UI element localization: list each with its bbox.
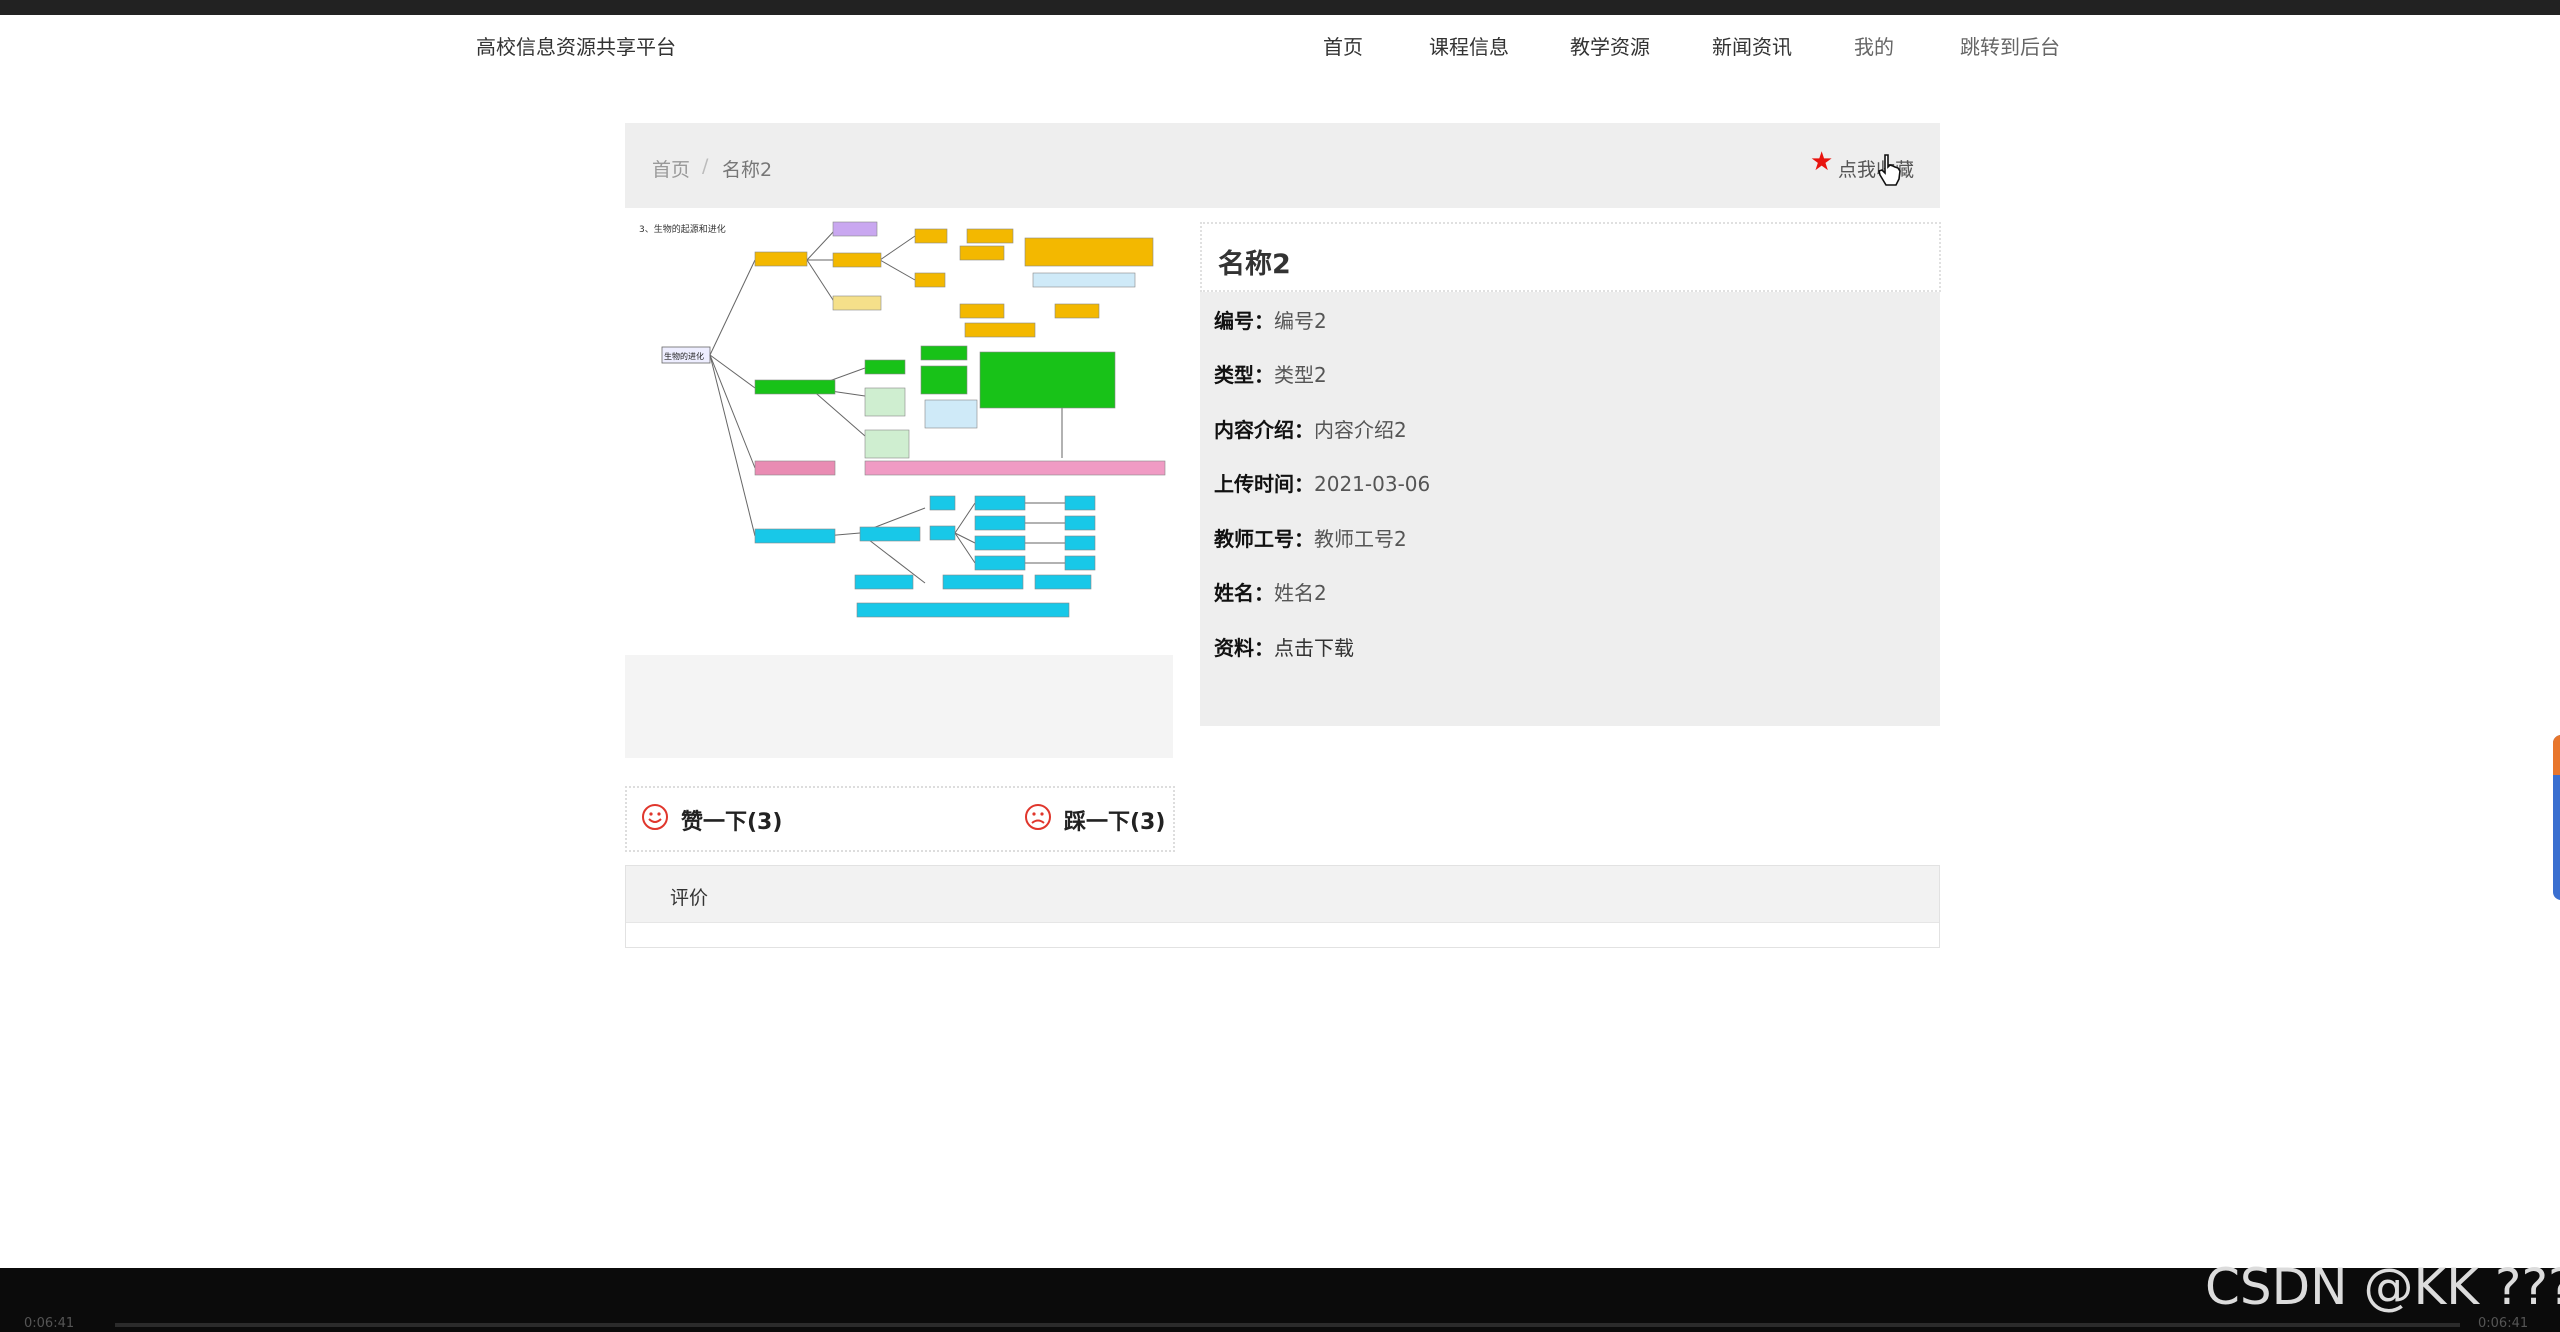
resource-image: 3、生物的起源和进化 生物的进化 — [625, 218, 1173, 618]
review-title: 评价 — [670, 887, 709, 909]
detail-title-box: 名称2 — [1200, 222, 1941, 292]
watermark: CSDN @KK ??? — [2205, 1258, 2560, 1316]
player-time-right: 0:06:41 — [2478, 1316, 2529, 1331]
breadcrumb: 首页 / 名称2 ★ 点我收藏 — [625, 123, 1940, 208]
field-type: 类型：类型2 — [1214, 363, 1327, 387]
breadcrumb-separator: / — [702, 155, 709, 177]
field-name: 姓名：姓名2 — [1214, 581, 1327, 605]
mindmap-root: 生物的进化 — [664, 351, 704, 361]
nav-course-info[interactable]: 课程信息 — [1429, 31, 1509, 60]
player-progress-bar[interactable] — [115, 1323, 2460, 1327]
nav-news[interactable]: 新闻资讯 — [1712, 31, 1792, 60]
field-teacher-id: 教师工号：教师工号2 — [1214, 527, 1407, 551]
nav-teaching-resources[interactable]: 教学资源 — [1570, 31, 1650, 60]
player-time-left: 0:06:41 — [24, 1316, 75, 1331]
breadcrumb-home[interactable]: 首页 — [652, 155, 690, 182]
detail-title: 名称2 — [1218, 249, 1291, 280]
field-upload-time: 上传时间：2021-03-06 — [1214, 472, 1431, 496]
breadcrumb-current: 名称2 — [722, 159, 773, 181]
site-brand[interactable]: 高校信息资源共享平台 — [476, 31, 676, 60]
vote-panel: 赞一下(3) 踩一下(3) — [625, 786, 1175, 852]
hand-cursor-icon — [1878, 154, 1901, 186]
mindmap-image: 3、生物的起源和进化 生物的进化 — [639, 221, 1166, 618]
image-placeholder-area — [625, 655, 1173, 758]
field-material: 资料：点击下载 — [1214, 636, 1354, 660]
dislike-button[interactable]: 踩一下(3) — [1064, 804, 1165, 836]
detail-fields: 编号：编号2 类型：类型2 内容介绍：内容介绍2 上传时间：2021-03-06… — [1200, 292, 1940, 726]
nav-mine[interactable]: 我的 — [1854, 31, 1894, 60]
review-header: 评价 — [626, 866, 1939, 923]
window-top-bar — [0, 0, 2560, 15]
video-player-bar: 0:06:41 0:06:41 — [0, 1268, 2560, 1332]
side-widget-accent — [2553, 735, 2560, 775]
like-button[interactable]: 赞一下(3) — [681, 804, 782, 836]
download-link[interactable]: 点击下载 — [1274, 636, 1354, 660]
nav-home[interactable]: 首页 — [1323, 31, 1363, 60]
review-panel: 评价 — [625, 865, 1940, 948]
field-description: 内容介绍：内容介绍2 — [1214, 418, 1407, 442]
nav-admin-link[interactable]: 跳转到后台 — [1960, 31, 2060, 60]
star-icon: ★ — [1810, 147, 1834, 177]
site-header: 高校信息资源共享平台 首页 课程信息 教学资源 新闻资讯 我的 跳转到后台 — [0, 15, 2560, 75]
smile-icon[interactable] — [641, 803, 669, 831]
mindmap-caption: 3、生物的起源和进化 — [639, 223, 726, 235]
field-number: 编号：编号2 — [1214, 309, 1327, 333]
frown-icon[interactable] — [1024, 803, 1052, 831]
